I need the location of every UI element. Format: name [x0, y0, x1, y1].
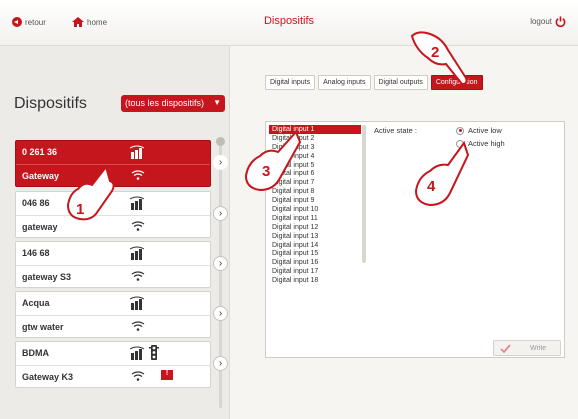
divider: [16, 315, 210, 316]
signal-bars-icon: [129, 296, 145, 310]
device-type: Gateway: [22, 171, 60, 181]
device-type: gateway: [22, 222, 58, 232]
scrollbar-thumb[interactable]: [216, 137, 225, 146]
signal-bars-icon: [129, 346, 145, 360]
input-list-item[interactable]: Digital input 13: [269, 232, 361, 241]
radio-button[interactable]: [456, 126, 464, 135]
callout-number: 4: [427, 178, 436, 195]
input-list-item[interactable]: Digital input 12: [269, 223, 361, 232]
wifi-icon: [131, 221, 145, 231]
top-bar: retour home Dispositifs logout: [0, 0, 578, 46]
write-label: Write: [530, 345, 547, 352]
device-filter-select[interactable]: (tous les dispositifs) ▼: [121, 95, 225, 112]
device-name: 146 68: [22, 248, 50, 258]
device-name: BDMA: [22, 348, 49, 358]
input-list-item[interactable]: Digital input 18: [269, 276, 361, 285]
traffic-light-icon: [149, 345, 159, 360]
device-type: Gateway K3: [22, 372, 74, 382]
check-icon: [500, 344, 511, 353]
device-name: 046 86: [22, 198, 50, 208]
input-list-item[interactable]: Digital input 9: [269, 196, 361, 205]
input-list-item[interactable]: Digital input 14: [269, 241, 361, 250]
signal-bars-icon: [129, 196, 145, 210]
logout-label: logout: [530, 17, 552, 26]
page-title: Dispositifs: [14, 95, 87, 112]
device-name: Acqua: [22, 298, 50, 308]
device-card[interactable]: Acqua gtw water ›: [15, 291, 228, 338]
open-device-button[interactable]: ›: [213, 356, 228, 371]
write-button[interactable]: Write: [493, 340, 561, 356]
open-device-button[interactable]: ›: [213, 306, 228, 321]
device-name: 0 261 36: [22, 147, 58, 157]
radio-active-low[interactable]: Active low: [456, 126, 502, 135]
active-state-label: Active state :: [374, 126, 417, 135]
input-list-item[interactable]: Digital input 15: [269, 249, 361, 258]
page-header-title: Dispositifs: [263, 15, 315, 27]
pointing-hand-icon: [66, 164, 115, 221]
callout-number: 1: [76, 201, 85, 218]
pointing-hand-icon: [414, 141, 470, 207]
power-icon: [555, 16, 566, 27]
radio-label: Active low: [468, 126, 502, 135]
input-list-item[interactable]: Digital input 11: [269, 214, 361, 223]
wifi-icon: [131, 321, 145, 331]
filter-value: (tous les dispositifs): [125, 98, 205, 108]
wifi-icon: [131, 170, 145, 180]
input-list-item[interactable]: Digital input 10: [269, 205, 361, 214]
divider: [16, 365, 210, 366]
device-type: gateway S3: [22, 272, 72, 282]
device-type: gtw water: [22, 322, 64, 332]
device-card[interactable]: 146 68 gateway S3 ›: [15, 241, 228, 288]
open-device-button[interactable]: ›: [213, 155, 228, 170]
input-list-item[interactable]: Digital input 16: [269, 258, 361, 267]
logout-button[interactable]: logout: [530, 16, 566, 27]
alert-badge: !: [161, 370, 173, 380]
device-card[interactable]: BDMA Gateway K3 ! ›: [15, 341, 228, 388]
tab-analog-inputs[interactable]: Analog inputs: [318, 75, 371, 90]
radio-label: Active high: [468, 139, 505, 148]
pointing-hand-icon: [244, 130, 302, 192]
callout-number: 3: [262, 163, 271, 180]
open-device-button[interactable]: ›: [213, 256, 228, 271]
tab-digital-inputs[interactable]: Digital inputs: [265, 75, 316, 90]
chevron-down-icon: ▼: [213, 98, 221, 107]
signal-bars-icon: [129, 246, 145, 260]
wifi-icon: [131, 371, 145, 381]
wifi-icon: [131, 271, 145, 281]
open-device-button[interactable]: ›: [213, 206, 228, 221]
callout-number: 2: [431, 44, 440, 61]
divider: [16, 265, 210, 266]
input-list-item[interactable]: Digital input 17: [269, 267, 361, 276]
input-list-scrollbar[interactable]: [362, 125, 366, 263]
signal-bars-icon: [129, 145, 145, 159]
